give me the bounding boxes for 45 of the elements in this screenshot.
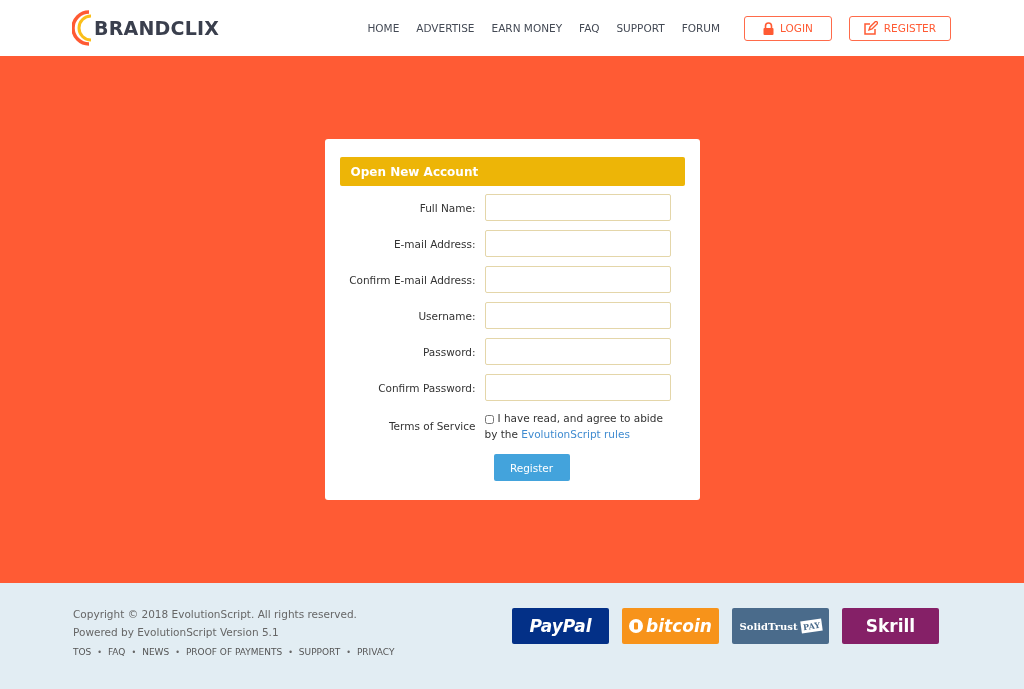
brand-logo[interactable]: BRANDCLIX — [94, 17, 220, 39]
separator-dot: • — [97, 647, 102, 657]
separator-dot: • — [288, 647, 293, 657]
field-label: E-mail Address: — [392, 237, 477, 250]
crescent-logo-icon — [72, 9, 92, 47]
input-field[interactable] — [484, 374, 671, 401]
payment-logo: bitcoin — [622, 608, 719, 644]
field-label: Confirm Password: — [377, 381, 477, 394]
coin-icon — [629, 619, 644, 633]
payment-logo: Skrill — [842, 608, 939, 644]
copyright-text: Copyright © 2018 EvolutionScript. All rights reserved. — [73, 608, 358, 620]
input-field[interactable] — [484, 230, 671, 257]
payment-logo: PayPal — [512, 608, 609, 644]
field-label: Password: — [421, 345, 477, 358]
rules-link[interactable]: EvolutionScript rules — [521, 428, 630, 440]
footer-link[interactable]: NEWS — [142, 647, 170, 657]
separator-dot: • — [131, 647, 137, 657]
footer-link[interactable]: TOS — [73, 647, 92, 657]
field-label: Username: — [417, 309, 477, 322]
footer-link[interactable]: SUPPORT — [298, 647, 341, 657]
field-label: Terms of Service — [387, 420, 477, 432]
input-field[interactable] — [484, 194, 671, 221]
footer-link[interactable]: FAQ — [108, 647, 126, 657]
footer-link[interactable]: PROOF OF PAYMENTS — [185, 647, 283, 657]
field-label: Confirm E-mail Address: — [348, 273, 477, 286]
input-field[interactable] — [484, 266, 671, 293]
nav-link[interactable]: ADVERTISE — [416, 22, 475, 34]
separator-dot: • — [346, 647, 351, 657]
nav-link[interactable]: FAQ — [579, 22, 600, 34]
input-field[interactable] — [484, 338, 671, 365]
terms-text: I have read, and agree to abide by the EvolutionScript rules — [484, 411, 664, 442]
powered-by-text: Powered by EvolutionScript Version 5.1 — [73, 626, 280, 638]
terms-checkbox[interactable] — [484, 414, 494, 424]
separator-dot: • — [175, 647, 180, 657]
nav-link[interactable]: HOME — [367, 22, 400, 34]
nav-link[interactable]: SUPPORT — [616, 22, 665, 34]
nav-link[interactable]: FORUM — [681, 22, 720, 34]
field-label: Full Name: — [418, 201, 477, 214]
input-field[interactable] — [484, 302, 671, 329]
nav-link[interactable]: EARN MONEY — [491, 22, 563, 34]
footer-link[interactable]: PRIVACY — [356, 647, 395, 657]
form-title: Open New Account — [339, 157, 685, 186]
edit-icon — [863, 21, 878, 35]
lock-icon — [763, 21, 774, 35]
payment-logo: SolidTrust PAY — [732, 608, 829, 644]
